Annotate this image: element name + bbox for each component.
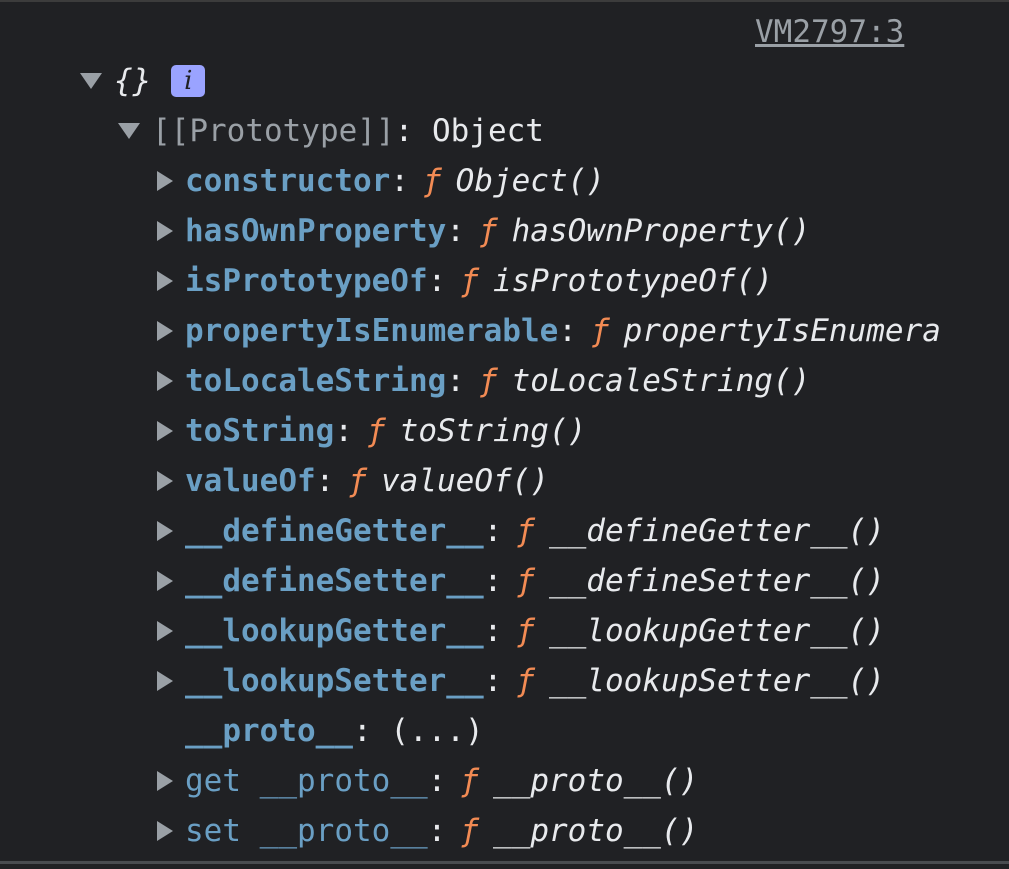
function-signature: Object() bbox=[455, 163, 605, 199]
function-signature: toString() bbox=[399, 413, 587, 449]
function-icon: ƒ bbox=[590, 313, 610, 349]
proto-getter-row[interactable]: __proto__ : (...) bbox=[185, 706, 484, 756]
function-icon: ƒ bbox=[516, 663, 535, 699]
function-signature: __lookupGetter__() bbox=[548, 613, 885, 649]
function-icon: ƒ bbox=[516, 613, 535, 649]
colon: : bbox=[483, 613, 503, 649]
expand-triangle-icon[interactable] bbox=[157, 221, 173, 241]
expand-triangle-icon[interactable] bbox=[157, 171, 173, 191]
colon: : bbox=[483, 563, 503, 599]
accessor-prefix: get bbox=[185, 763, 241, 799]
function-signature: valueOf() bbox=[381, 463, 549, 499]
expand-triangle-icon[interactable] bbox=[157, 671, 173, 691]
expand-triangle-icon[interactable] bbox=[157, 321, 173, 341]
function-signature: __proto__() bbox=[493, 813, 699, 849]
bottom-border bbox=[0, 861, 1009, 864]
function-signature: __defineSetter__() bbox=[548, 563, 885, 599]
console-output: {} i [[Prototype]] : Object constructor:… bbox=[0, 0, 940, 869]
property-key: constructor bbox=[185, 163, 391, 199]
colon: : bbox=[334, 413, 353, 449]
accessor-row-get[interactable]: get __proto__ : ƒ __proto__() bbox=[157, 756, 698, 806]
property-key: __defineGetter__ bbox=[185, 513, 484, 549]
property-key: __lookupSetter__ bbox=[185, 663, 484, 699]
property-key: __lookupGetter__ bbox=[185, 613, 484, 649]
expand-triangle-icon[interactable] bbox=[157, 621, 173, 641]
property-key: hasOwnProperty bbox=[185, 213, 447, 249]
function-icon: ƒ bbox=[478, 363, 498, 399]
function-icon: ƒ bbox=[516, 563, 535, 599]
accessor-key: __proto__ bbox=[259, 763, 428, 799]
property-row[interactable]: __defineGetter__: ƒ __defineGetter__() bbox=[157, 506, 885, 556]
colon: : bbox=[315, 463, 335, 499]
expand-triangle-icon[interactable] bbox=[118, 123, 140, 139]
accessor-row-set[interactable]: set __proto__ : ƒ __proto__() bbox=[157, 806, 698, 856]
colon: : bbox=[483, 663, 503, 699]
accessor-key: __proto__ bbox=[259, 813, 428, 849]
expand-triangle-icon[interactable] bbox=[157, 471, 173, 491]
colon: : bbox=[352, 713, 391, 749]
colon: : bbox=[427, 763, 447, 799]
property-row[interactable]: toString: ƒ toString() bbox=[157, 406, 586, 456]
property-row[interactable]: isPrototypeOf: ƒ isPrototypeOf() bbox=[157, 256, 773, 306]
function-icon: ƒ bbox=[478, 213, 498, 249]
prototype-key: [[Prototype]] bbox=[152, 113, 395, 149]
function-signature: __proto__() bbox=[493, 763, 699, 799]
colon: : bbox=[483, 513, 503, 549]
function-icon: ƒ bbox=[460, 813, 479, 849]
colon: : bbox=[558, 313, 577, 349]
prototype-row[interactable]: [[Prototype]] : Object bbox=[118, 106, 544, 156]
function-signature: hasOwnProperty() bbox=[511, 213, 811, 249]
property-row[interactable]: __defineSetter__: ƒ __defineSetter__() bbox=[157, 556, 885, 606]
property-key: toString bbox=[185, 413, 335, 449]
property-key: __defineSetter__ bbox=[185, 563, 484, 599]
property-key: propertyIsEnumerable bbox=[185, 313, 559, 349]
function-icon: ƒ bbox=[460, 263, 479, 299]
expand-triangle-icon[interactable] bbox=[157, 371, 173, 391]
property-row[interactable]: hasOwnProperty: ƒ hasOwnProperty() bbox=[157, 206, 810, 256]
property-value[interactable]: (...) bbox=[390, 706, 483, 756]
colon: : bbox=[427, 813, 447, 849]
property-key: __proto__ bbox=[185, 713, 353, 749]
function-signature: toLocaleString() bbox=[511, 363, 811, 399]
property-row[interactable]: __lookupGetter__: ƒ __lookupGetter__() bbox=[157, 606, 885, 656]
function-icon: ƒ bbox=[348, 463, 367, 499]
expand-triangle-icon[interactable] bbox=[157, 271, 173, 291]
property-row[interactable]: propertyIsEnumerable: ƒ propertyIsEnumerab… bbox=[157, 306, 940, 356]
accessor-prefix: set bbox=[185, 813, 241, 849]
expand-triangle-icon[interactable] bbox=[80, 73, 102, 89]
colon: : bbox=[446, 213, 465, 249]
colon: : bbox=[427, 263, 447, 299]
expand-triangle-icon[interactable] bbox=[157, 421, 173, 441]
property-key: isPrototypeOf bbox=[185, 263, 428, 299]
property-row[interactable]: __lookupSetter__: ƒ __lookupSetter__() bbox=[157, 656, 885, 706]
function-signature: isPrototypeOf() bbox=[492, 263, 773, 299]
colon: : bbox=[446, 363, 465, 399]
colon: : bbox=[390, 163, 409, 199]
property-key: valueOf bbox=[185, 463, 316, 499]
object-literal: {} bbox=[114, 63, 152, 99]
property-row[interactable]: valueOf: ƒ valueOf() bbox=[157, 456, 549, 506]
function-icon: ƒ bbox=[422, 163, 442, 199]
function-icon: ƒ bbox=[366, 413, 386, 449]
function-icon: ƒ bbox=[460, 763, 479, 799]
function-signature: __lookupSetter__() bbox=[548, 663, 885, 699]
expand-triangle-icon[interactable] bbox=[157, 571, 173, 591]
function-signature: propertyIsEnumerable() bbox=[623, 313, 940, 349]
expand-triangle-icon[interactable] bbox=[157, 821, 173, 841]
expand-triangle-icon[interactable] bbox=[157, 521, 173, 541]
property-row[interactable]: constructor: ƒ Object() bbox=[157, 156, 605, 206]
function-signature: __defineGetter__() bbox=[548, 513, 885, 549]
colon: : bbox=[394, 113, 432, 149]
function-icon: ƒ bbox=[516, 513, 535, 549]
expand-triangle-icon[interactable] bbox=[157, 771, 173, 791]
root-object-row[interactable]: {} i bbox=[80, 56, 206, 106]
property-key: toLocaleString bbox=[185, 363, 447, 399]
property-row[interactable]: toLocaleString: ƒ toLocaleString() bbox=[157, 356, 810, 406]
prototype-value: Object bbox=[431, 113, 544, 149]
info-icon[interactable]: i bbox=[171, 65, 206, 97]
